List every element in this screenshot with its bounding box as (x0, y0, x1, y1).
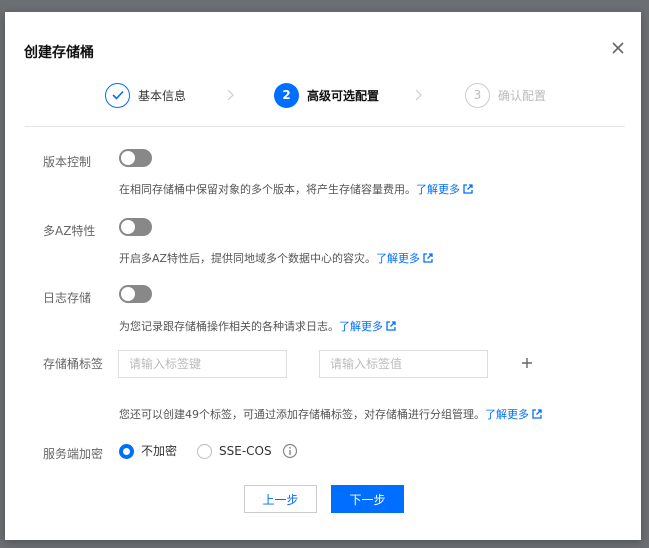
logging-desc-text: 为您记录跟存储桶操作相关的各种请求日志。 (119, 320, 339, 333)
tags-label: 存储桶标签 (43, 357, 104, 371)
multi-az-desc: 开启多AZ特性后，提供同地域多个数据中心的容灾。了解更多 (119, 250, 433, 266)
create-bucket-dialog: 创建存储桶 基本信息 2 高级可选配置 3 确认配置 版本控制 在相同存储桶中保… (5, 12, 641, 540)
step-label: 基本信息 (138, 88, 187, 103)
versioning-desc-text: 在相同存储桶中保留对象的多个版本，将产生存储容量费用。 (119, 183, 416, 196)
info-icon[interactable] (282, 443, 298, 459)
next-step-button[interactable]: 下一步 (331, 485, 404, 513)
toggle-knob (121, 220, 135, 234)
versioning-learn-more-link[interactable]: 了解更多 (416, 183, 473, 196)
versioning-label: 版本控制 (43, 155, 92, 169)
encryption-label: 服务端加密 (43, 447, 104, 461)
tag-value-input[interactable] (319, 350, 488, 378)
external-link-icon (423, 253, 433, 263)
external-link-icon (386, 321, 396, 331)
step-label: 确认配置 (498, 88, 547, 103)
multi-az-label: 多AZ特性 (43, 224, 96, 238)
step-advanced-config: 2 高级可选配置 (274, 82, 379, 108)
toggle-knob (121, 287, 135, 301)
encryption-sse-cos-label[interactable]: SSE-COS (219, 444, 272, 459)
prev-step-button[interactable]: 上一步 (244, 485, 317, 513)
link-text: 了解更多 (485, 408, 529, 421)
link-text: 了解更多 (416, 183, 460, 196)
versioning-toggle[interactable] (119, 149, 152, 167)
check-icon (105, 82, 130, 108)
close-icon[interactable] (609, 39, 627, 57)
dialog-title: 创建存储桶 (24, 45, 94, 61)
versioning-desc: 在相同存储桶中保留对象的多个版本，将产生存储容量费用。了解更多 (119, 181, 473, 197)
step-number: 2 (274, 82, 299, 108)
tag-key-input[interactable] (118, 350, 287, 378)
link-text: 了解更多 (339, 320, 383, 333)
multi-az-desc-text: 开启多AZ特性后，提供同地域多个数据中心的容灾。 (119, 252, 377, 265)
encryption-none-radio[interactable] (119, 444, 134, 459)
logging-toggle[interactable] (119, 285, 152, 303)
step-label: 高级可选配置 (307, 88, 380, 103)
external-link-icon (463, 184, 473, 194)
tags-learn-more-link[interactable]: 了解更多 (485, 408, 542, 421)
multi-az-toggle[interactable] (119, 218, 152, 236)
multi-az-learn-more-link[interactable]: 了解更多 (376, 252, 433, 265)
chevron-right-icon (415, 89, 422, 101)
link-text: 了解更多 (376, 252, 421, 265)
external-link-icon (532, 409, 542, 419)
logging-label: 日志存储 (43, 291, 92, 305)
step-basic-info: 基本信息 (105, 82, 186, 108)
chevron-right-icon (227, 89, 234, 101)
step-number: 3 (465, 82, 490, 108)
plus-icon[interactable] (520, 356, 534, 370)
logging-learn-more-link[interactable]: 了解更多 (339, 320, 396, 333)
logging-desc: 为您记录跟存储桶操作相关的各种请求日志。了解更多 (119, 318, 396, 334)
step-confirm-config: 3 确认配置 (465, 82, 546, 108)
divider (25, 126, 625, 127)
encryption-none-label[interactable]: 不加密 (141, 444, 177, 459)
tags-desc: 您还可以创建49个标签，可通过添加存储桶标签，对存储桶进行分组管理。了解更多 (119, 406, 542, 422)
toggle-knob (121, 151, 135, 165)
encryption-sse-cos-radio[interactable] (197, 444, 212, 459)
tags-desc-text: 您还可以创建49个标签，可通过添加存储桶标签，对存储桶进行分组管理。 (119, 408, 485, 421)
